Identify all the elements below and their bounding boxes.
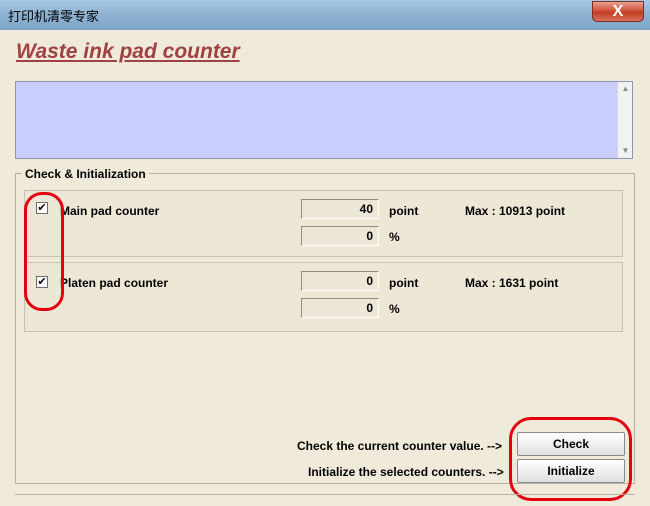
main-pad-percent-unit: %: [389, 230, 400, 244]
log-textarea[interactable]: [15, 81, 633, 159]
initialize-hint: Initialize the selected counters. -->: [308, 465, 504, 479]
platen-pad-point-unit: point: [389, 276, 419, 290]
platen-pad-point-field: 0: [301, 271, 379, 291]
close-button[interactable]: X: [592, 1, 644, 22]
main-pad-point-unit: point: [389, 204, 419, 218]
page-title: Waste ink pad counter: [16, 40, 240, 63]
platen-pad-label: Platen pad counter: [60, 276, 169, 290]
platen-pad-percent-field: 0: [301, 298, 379, 318]
platen-pad-percent-unit: %: [389, 302, 400, 316]
check-hint: Check the current counter value. -->: [297, 439, 503, 453]
close-icon: X: [612, 3, 624, 20]
group-label: Check & Initialization: [22, 167, 149, 181]
main-pad-point-field: 40: [301, 199, 379, 219]
buttons-highlight-oval: [509, 417, 632, 501]
main-pad-label: Main pad counter: [60, 204, 160, 218]
platen-pad-max: Max : 1631 point: [465, 276, 559, 290]
bottom-divider: [15, 494, 635, 495]
scroll-up-icon[interactable]: ▲: [618, 82, 633, 96]
main-pad-max: Max : 10913 point: [465, 204, 566, 218]
scroll-down-icon[interactable]: ▼: [618, 144, 633, 158]
checkbox-highlight-oval: [24, 192, 64, 311]
window-title: 打印机清零专家: [8, 9, 100, 24]
log-scrollbar[interactable]: ▲ ▼: [617, 82, 632, 158]
main-pad-percent-field: 0: [301, 226, 379, 246]
